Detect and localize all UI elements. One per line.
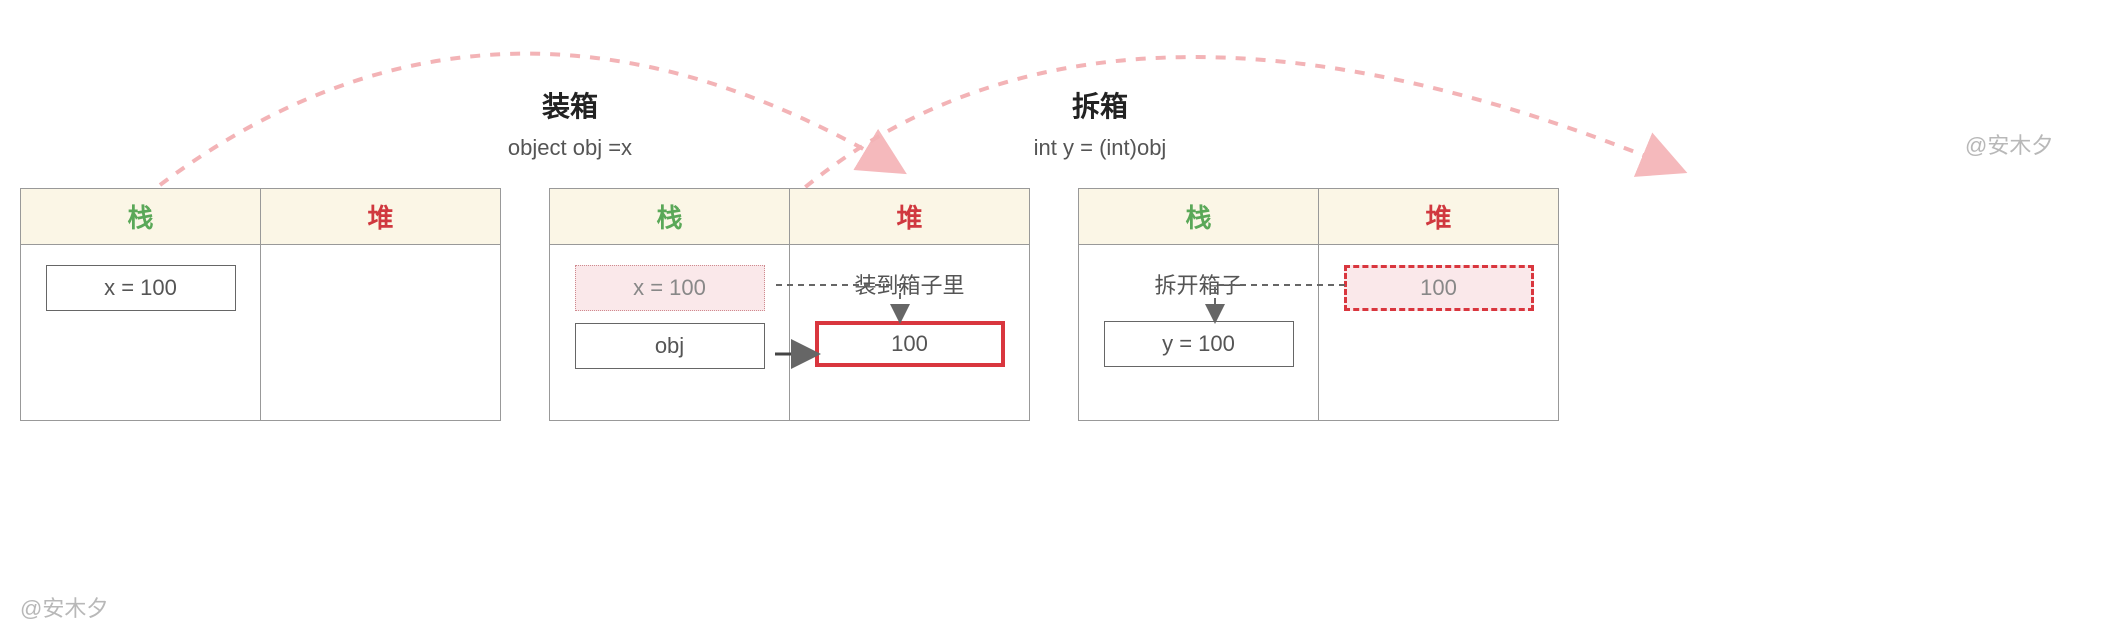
arrow-heap-to-y xyxy=(1215,285,1345,322)
arrow-x-to-heap xyxy=(776,285,900,322)
inner-arrows xyxy=(0,0,2105,631)
